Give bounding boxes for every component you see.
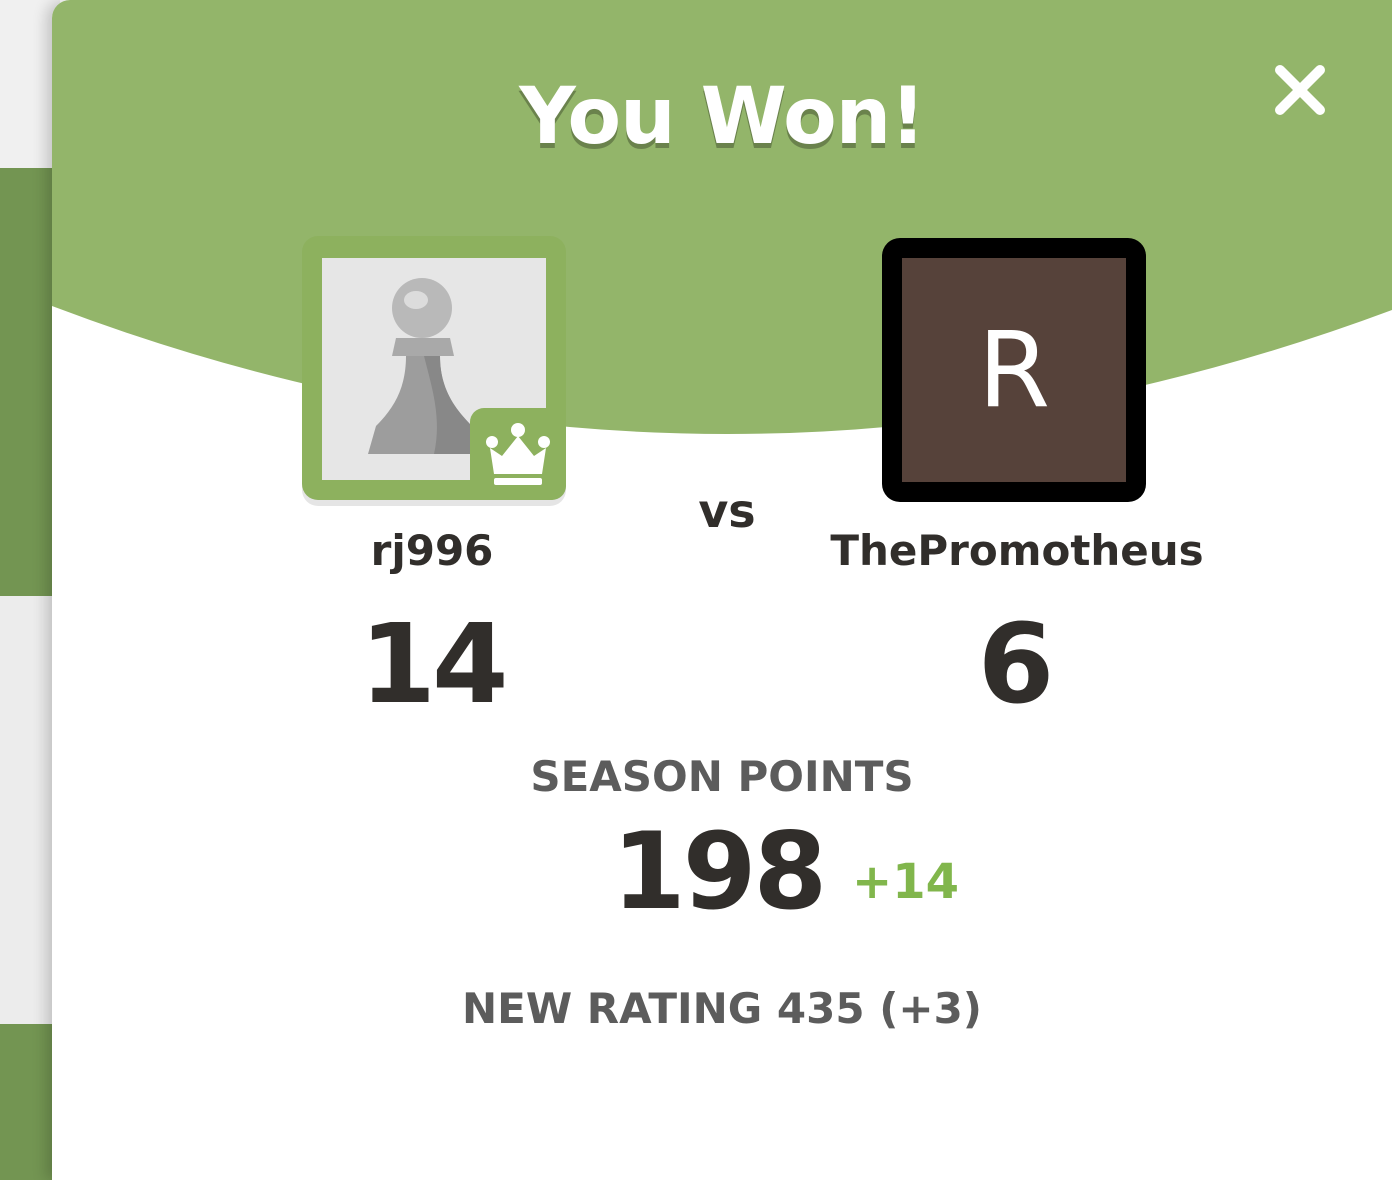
new-rating-text: NEW RATING 435 (+3)	[462, 984, 982, 1033]
season-points-label: SEASON POINTS	[530, 752, 914, 801]
board-edge-background	[0, 0, 60, 1180]
player-score-left: 14	[359, 600, 508, 728]
crown-icon	[486, 423, 550, 485]
winner-badge	[470, 408, 566, 500]
letter-avatar: R	[902, 258, 1126, 482]
player-name-left[interactable]: rj996	[252, 526, 612, 575]
player-name-right[interactable]: ThePromotheus	[792, 526, 1242, 575]
board-square-dark	[0, 168, 60, 596]
page: You Won! R vs rj996 ThePromotheus 14 6 S…	[0, 0, 1392, 1180]
board-square-light	[0, 596, 60, 1024]
board-square-dark	[0, 1024, 60, 1180]
player-avatar-right[interactable]: R	[882, 238, 1146, 502]
close-button[interactable]	[1268, 58, 1332, 122]
game-over-modal: You Won! R vs rj996 ThePromotheus 14 6 S…	[52, 0, 1392, 1180]
season-points-delta: +14	[852, 854, 960, 910]
result-title: You Won!	[519, 72, 926, 162]
close-icon	[1275, 65, 1325, 115]
player-avatar-left[interactable]	[302, 236, 566, 500]
season-points-value: 198	[612, 810, 827, 933]
board-square-light	[0, 0, 60, 168]
player-score-right: 6	[977, 600, 1055, 728]
modal-header-background	[52, 0, 1392, 435]
season-points-row: 198 +14	[612, 810, 1032, 933]
vs-label: vs	[698, 484, 756, 538]
